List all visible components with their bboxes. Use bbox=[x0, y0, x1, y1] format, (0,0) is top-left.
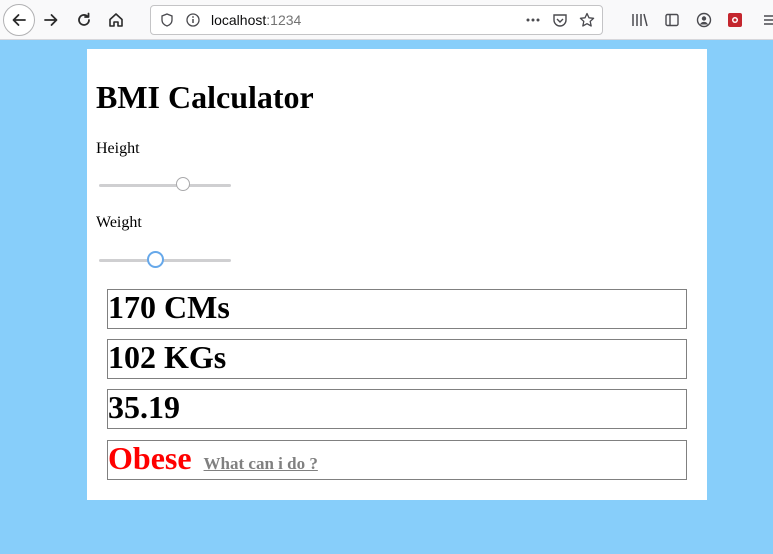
calculator-card: BMI Calculator Height Weight 170 CMs 102… bbox=[87, 49, 707, 500]
page-title: BMI Calculator bbox=[96, 79, 314, 115]
weight-slider-track[interactable] bbox=[99, 259, 231, 262]
height-display: 170 CMs bbox=[107, 289, 687, 329]
bookmark-star-icon[interactable] bbox=[579, 12, 595, 28]
bmi-status-box: Obese What can i do ? bbox=[107, 440, 687, 480]
url-port: :1234 bbox=[266, 12, 302, 28]
browser-toolbar: localhost:1234 bbox=[0, 0, 773, 40]
forward-arrow-icon[interactable] bbox=[37, 6, 65, 34]
url-text[interactable]: localhost:1234 bbox=[211, 12, 301, 28]
what-can-i-do-link[interactable]: What can i do ? bbox=[204, 454, 318, 473]
reload-icon[interactable] bbox=[70, 6, 98, 34]
info-icon[interactable] bbox=[185, 12, 201, 28]
bmi-status: Obese bbox=[108, 440, 192, 476]
sidebar-icon[interactable] bbox=[662, 10, 682, 30]
menu-icon[interactable] bbox=[760, 10, 773, 30]
height-slider-thumb[interactable] bbox=[176, 177, 190, 191]
shield-icon[interactable] bbox=[159, 12, 175, 28]
height-label: Height bbox=[96, 140, 140, 157]
bmi-value: 35.19 bbox=[107, 389, 687, 429]
weight-label: Weight bbox=[96, 214, 142, 231]
height-slider[interactable] bbox=[99, 176, 231, 196]
extension-icon[interactable] bbox=[725, 10, 745, 30]
weight-display: 102 KGs bbox=[107, 339, 687, 379]
more-options-icon[interactable] bbox=[525, 12, 541, 28]
library-icon[interactable] bbox=[630, 10, 650, 30]
url-host: localhost bbox=[211, 12, 267, 28]
pocket-icon[interactable] bbox=[552, 12, 568, 28]
height-slider-track[interactable] bbox=[99, 184, 231, 187]
url-bar[interactable]: localhost:1234 bbox=[150, 5, 603, 35]
account-icon[interactable] bbox=[694, 10, 714, 30]
weight-slider-thumb[interactable] bbox=[147, 251, 164, 268]
back-arrow-icon[interactable] bbox=[3, 4, 35, 36]
weight-slider[interactable] bbox=[99, 251, 231, 271]
home-icon[interactable] bbox=[102, 6, 130, 34]
